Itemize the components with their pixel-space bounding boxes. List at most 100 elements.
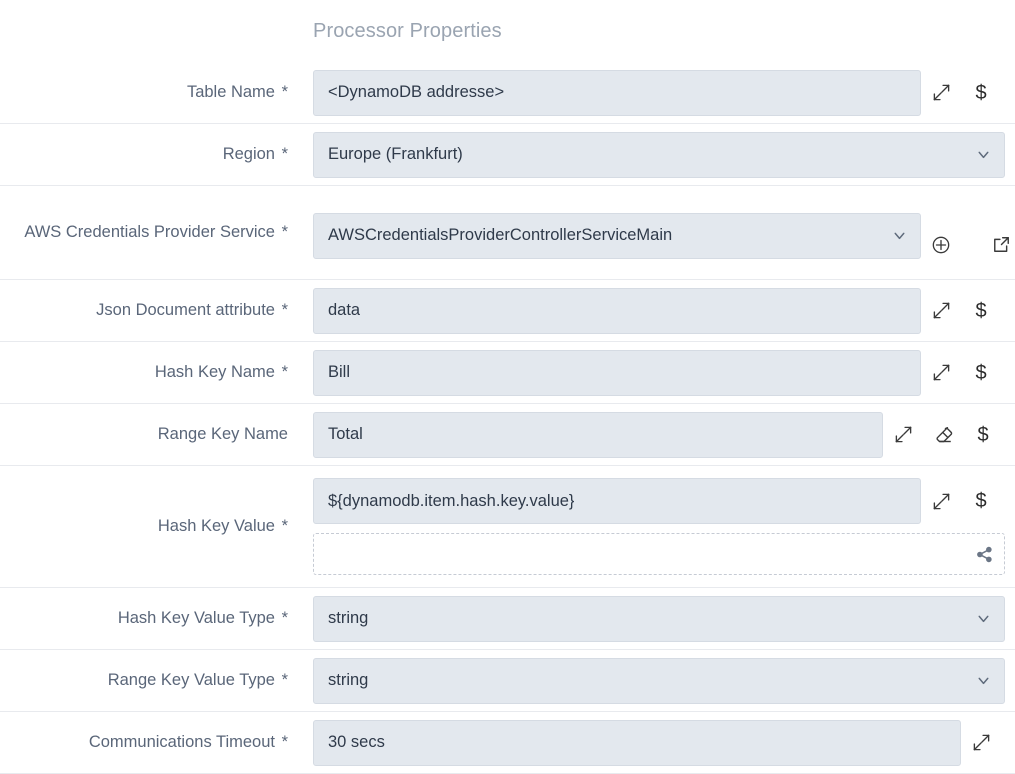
expand-arrows-icon[interactable] (883, 415, 923, 455)
properties-list: Table Name * <DynamoDB addresse> $ Regio… (0, 62, 1015, 774)
hash-key-value-primary-line: ${dynamodb.item.hash.key.value} $ (313, 478, 1001, 524)
label-text: Table Name (186, 82, 275, 101)
dollar-glyph: $ (977, 423, 989, 446)
label-text: Range Key Name (157, 424, 288, 443)
expand-arrows-icon[interactable] (921, 481, 961, 521)
table-name-input[interactable]: <DynamoDB addresse> (313, 69, 921, 116)
label-text: Communications Timeout (88, 732, 275, 751)
communications-timeout-input[interactable]: 30 secs (313, 719, 961, 766)
row-icon-group: $ (883, 415, 1003, 455)
hash-key-value-type-dropdown[interactable]: string (313, 595, 1005, 642)
property-label-range-key-value-type: Range Key Value Type * (0, 670, 288, 692)
input-value: Bill (328, 363, 351, 381)
chevron-down-icon (975, 672, 992, 689)
property-control: ${dynamodb.item.hash.key.value} $ (288, 468, 1015, 585)
property-control: AWSCredentialsProviderControllerServiceM… (288, 201, 1015, 265)
dropdown-value: Europe (Frankfurt) (328, 145, 463, 163)
property-label-hash-key-value-type: Hash Key Value Type * (0, 608, 288, 630)
row-icon-group (921, 225, 1015, 265)
dollar-glyph: $ (975, 299, 987, 322)
table-row: Range Key Name Total $ (0, 404, 1015, 466)
range-key-name-input[interactable]: Total (313, 411, 883, 458)
label-text: Hash Key Value Type (117, 608, 275, 627)
label-text: Region (222, 144, 275, 163)
hash-key-name-input[interactable]: Bill (313, 349, 921, 396)
table-row: Region * Europe (Frankfurt) (0, 124, 1015, 186)
required-marker: * (276, 608, 288, 627)
row-icon-group: $ (921, 353, 1001, 393)
chevron-down-icon (975, 610, 992, 627)
property-label-hash-key-name: Hash Key Name * (0, 362, 288, 384)
expand-arrows-icon[interactable] (921, 73, 961, 113)
required-marker: * (276, 144, 288, 163)
required-marker: * (276, 670, 288, 689)
table-row: Json Document attribute * data $ (0, 280, 1015, 342)
aws-credentials-provider-service-dropdown[interactable]: AWSCredentialsProviderControllerServiceM… (313, 212, 921, 259)
label-text: Json Document attribute (96, 300, 275, 319)
required-marker: * (276, 362, 288, 381)
dollar-glyph: $ (975, 361, 987, 384)
hash-key-value-secondary-line (313, 533, 1005, 575)
input-value: Total (328, 425, 363, 443)
input-value: <DynamoDB addresse> (328, 83, 505, 101)
property-control: data $ (288, 287, 1015, 334)
property-control: string (288, 657, 1015, 704)
property-control: string (288, 595, 1015, 642)
dollar-sign-icon[interactable]: $ (961, 481, 1001, 521)
property-label-range-key-name: Range Key Name (0, 424, 288, 446)
property-label-communications-timeout: Communications Timeout * (0, 732, 288, 754)
input-value: data (328, 301, 361, 319)
label-text: Hash Key Value (157, 516, 275, 535)
row-icon-group (961, 723, 1001, 763)
expand-arrows-icon[interactable] (921, 291, 961, 331)
property-label-hash-key-value: Hash Key Value * (0, 516, 288, 538)
dollar-glyph: $ (975, 81, 987, 104)
table-row: Hash Key Name * Bill $ (0, 342, 1015, 404)
property-label-json-document-attribute: Json Document attribute * (0, 300, 288, 322)
external-link-icon[interactable] (981, 225, 1015, 265)
required-marker: * (276, 222, 288, 241)
dollar-sign-icon[interactable]: $ (961, 353, 1001, 393)
property-label-table-name: Table Name * (0, 82, 288, 104)
table-row: Hash Key Value Type * string (0, 588, 1015, 650)
range-key-value-type-dropdown[interactable]: string (313, 657, 1005, 704)
property-control: <DynamoDB addresse> $ (288, 69, 1015, 116)
json-document-attribute-input[interactable]: data (313, 287, 921, 334)
label-text: AWS Credentials Provider Service (24, 222, 275, 241)
dollar-sign-icon[interactable]: $ (961, 291, 1001, 331)
property-control: Europe (Frankfurt) (288, 131, 1015, 178)
input-value: ${dynamodb.item.hash.key.value} (328, 491, 575, 510)
table-row: AWS Credentials Provider Service * AWSCr… (0, 186, 1015, 280)
required-marker: * (276, 516, 288, 535)
required-marker: * (276, 82, 288, 101)
share-icon[interactable] (975, 545, 994, 564)
expand-arrows-icon[interactable] (921, 353, 961, 393)
hash-key-value-extra-input[interactable] (313, 533, 1005, 575)
expand-arrows-icon[interactable] (961, 723, 1001, 763)
property-label-region: Region * (0, 144, 288, 166)
plus-circle-icon[interactable] (921, 225, 961, 265)
row-icon-group: $ (921, 73, 1001, 113)
row-icon-group: $ (921, 481, 1001, 521)
dropdown-value: string (328, 671, 369, 689)
chevron-down-icon (975, 146, 992, 163)
table-row: Range Key Value Type * string (0, 650, 1015, 712)
property-label-aws-credentials-provider-service: AWS Credentials Provider Service * (0, 222, 288, 244)
dollar-glyph: $ (975, 490, 987, 512)
region-dropdown[interactable]: Europe (Frankfurt) (313, 131, 1005, 178)
chevron-down-icon (891, 227, 908, 244)
input-value: 30 secs (328, 733, 385, 751)
page-title: Processor Properties (313, 20, 502, 42)
table-row: Hash Key Value * ${dynamodb.item.hash.ke… (0, 466, 1015, 588)
table-row: Table Name * <DynamoDB addresse> $ (0, 62, 1015, 124)
hash-key-value-input[interactable]: ${dynamodb.item.hash.key.value} (313, 478, 921, 524)
processor-properties-panel: Processor Properties Table Name * <Dynam… (0, 0, 1015, 774)
property-control: 30 secs (288, 719, 1015, 766)
dropdown-value: string (328, 609, 369, 627)
dropdown-value: AWSCredentialsProviderControllerServiceM… (328, 226, 673, 244)
dollar-sign-icon[interactable]: $ (963, 415, 1003, 455)
row-icon-group: $ (921, 291, 1001, 331)
dollar-sign-icon[interactable]: $ (961, 73, 1001, 113)
label-text: Range Key Value Type (107, 670, 275, 689)
eraser-icon[interactable] (923, 415, 963, 455)
